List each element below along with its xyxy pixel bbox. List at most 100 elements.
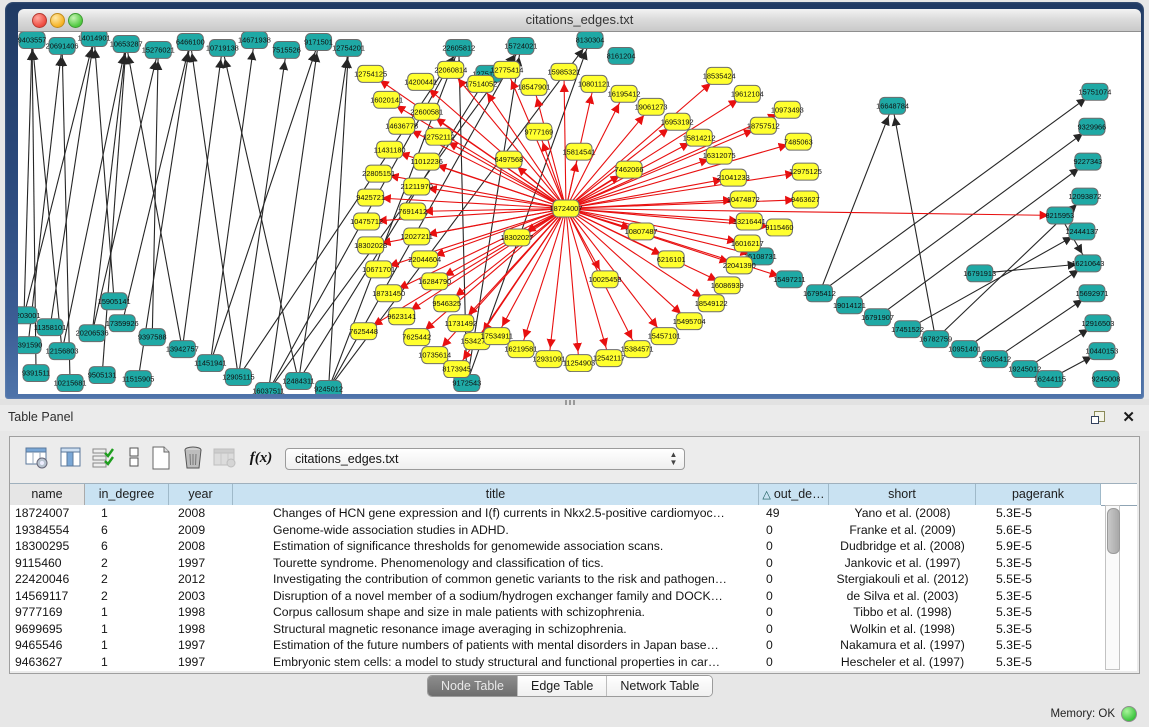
select-columns-icon[interactable] [58, 445, 84, 471]
network-node-label: 22060814 [434, 66, 467, 75]
function-builder-icon[interactable]: f(x) [248, 445, 274, 471]
delete-table-icon[interactable] [180, 445, 206, 471]
select-rows-check-icon[interactable] [90, 445, 116, 471]
network-node-label: 9397588 [138, 333, 167, 342]
network-node-label: 10025458 [589, 275, 622, 284]
column-header-title[interactable]: title [233, 484, 759, 505]
network-node-label: 22805151 [362, 169, 395, 178]
table-row[interactable]: 1872400712008Changes of HCN gene express… [10, 505, 1101, 522]
network-edge [566, 200, 805, 209]
network-node-label: 9115460 [765, 223, 793, 232]
sort-ascending-icon: △ [762, 489, 770, 501]
tab-edge-table[interactable]: Edge Table [517, 676, 606, 696]
table-settings-icon[interactable] [24, 445, 50, 471]
network-edge [329, 48, 349, 389]
window-titlebar[interactable]: citations_edges.txt [18, 9, 1141, 32]
network-node-label: 6466100 [176, 38, 205, 47]
table-panel-header: Table Panel ✕ [0, 405, 1149, 431]
network-node-label: 12754201 [332, 44, 365, 53]
table-row[interactable]: 2242004622012Investigating the contribut… [10, 571, 1101, 588]
network-node-label: 11431180 [374, 145, 406, 154]
table-cell: 2009 [169, 522, 233, 539]
network-node-label: 9391511 [22, 369, 50, 378]
table-cell: Disruption of a novel member of a sodium… [233, 588, 759, 605]
network-canvas[interactable]: 9403557206914061401490110653287152760216… [18, 32, 1141, 394]
network-node-label: 20206536 [76, 329, 109, 338]
memory-ok-indicator-icon[interactable] [1121, 706, 1137, 722]
column-header-pagerank[interactable]: pagerank [976, 484, 1101, 505]
network-node-label: 12093872 [1068, 192, 1101, 201]
float-window-icon[interactable] [1091, 411, 1105, 425]
table-row[interactable]: 946554611997Estimation of the future num… [10, 637, 1101, 654]
network-node-label: 16219581 [504, 345, 537, 354]
window-title: citations_edges.txt [18, 12, 1141, 27]
table-cell: Hescheler et al. (1997) [829, 654, 976, 671]
network-node-label: 16791907 [861, 313, 894, 322]
import-table-disabled-icon [212, 445, 238, 471]
network-node-label: 14200441 [404, 77, 437, 86]
table-row[interactable]: 977716911998Corpus callosum shape and si… [10, 604, 1101, 621]
table-row[interactable]: 1456911722003Disruption of a novel membe… [10, 588, 1101, 605]
network-edge [549, 209, 566, 360]
network-node-label: 17514052 [464, 79, 497, 88]
network-node-label: 21211970 [401, 182, 433, 191]
network-node-label: 18757512 [747, 121, 780, 130]
network-node-label: 18549122 [695, 299, 728, 308]
table-row[interactable]: 1938455462009Genome-wide association stu… [10, 522, 1101, 539]
tab-network-table[interactable]: Network Table [606, 676, 712, 696]
network-edge [819, 106, 892, 293]
table-cell: 1998 [169, 604, 233, 621]
table-cell: 2 [85, 588, 169, 605]
table-cell: 0 [759, 621, 829, 638]
network-node-label: 12027211 [401, 232, 433, 241]
table-row[interactable]: 1830029562008Estimation of significance … [10, 538, 1101, 555]
network-node-label: 12905115 [222, 373, 254, 382]
network-node-label: 10440153 [1085, 347, 1118, 356]
network-table-select[interactable]: citations_edges.txt ▲▼ [285, 448, 685, 470]
network-node-label: 7625442 [402, 333, 431, 342]
merge-rows-icon[interactable] [122, 445, 148, 471]
network-node-label: 22600581 [410, 107, 443, 116]
network-node-label: 16791913 [963, 269, 996, 278]
table-vertical-scrollbar[interactable] [1105, 505, 1120, 670]
network-edge [210, 42, 318, 363]
column-header-name[interactable]: name [10, 484, 85, 505]
network-node-label: 7691412 [398, 207, 427, 216]
network-node-label: 16953192 [661, 117, 694, 126]
new-table-icon[interactable] [148, 445, 174, 471]
network-edge [182, 48, 222, 349]
network-node-label: 10719138 [206, 44, 239, 53]
network-edge [298, 48, 348, 381]
table-row[interactable]: 969969511998Structural magnetic resonanc… [10, 621, 1101, 638]
network-node-label: 10951401 [948, 345, 981, 354]
table-body: 1872400712008Changes of HCN gene express… [10, 505, 1101, 670]
table-cell: Franke et al. (2009) [829, 522, 976, 539]
table-row[interactable]: 911546021997Tourette syndrome. Phenomeno… [10, 555, 1101, 572]
network-node-label: 7625448 [349, 327, 378, 336]
scrollbar-thumb[interactable] [1107, 508, 1120, 554]
network-node-label: 15751074 [1078, 87, 1111, 96]
table-cell: 2008 [169, 505, 233, 522]
network-node-label: 13216441 [733, 217, 766, 226]
column-header-year[interactable]: year [169, 484, 233, 505]
table-cell: 9115460 [10, 555, 85, 572]
close-panel-icon[interactable]: ✕ [1122, 408, 1135, 426]
network-node-label: 12484311 [282, 377, 314, 386]
column-header-short[interactable]: short [829, 484, 976, 505]
network-node-label: 18547901 [517, 82, 550, 91]
table-cell: 0 [759, 588, 829, 605]
network-node-label: 10973493 [771, 105, 804, 114]
network-node-label: 16086939 [711, 281, 744, 290]
table-panel-body: f(x) citations_edges.txt ▲▼ name in_degr… [9, 436, 1140, 674]
table-row[interactable]: 946362711997Embryonic stem cells: a mode… [10, 654, 1101, 671]
column-header-out-degree[interactable]: △out_de… [759, 484, 829, 505]
tab-node-table[interactable]: Node Table [428, 676, 517, 696]
table-cell: 0 [759, 637, 829, 654]
network-node-label: 16020141 [370, 95, 403, 104]
network-node-label: 18535424 [703, 71, 736, 80]
network-node-label: 9505131 [88, 371, 117, 380]
network-node-label: 9172543 [452, 379, 481, 388]
table-panel-title: Table Panel [8, 410, 73, 424]
column-header-in-degree[interactable]: in_degree [85, 484, 169, 505]
network-node-label: 10474872 [727, 195, 760, 204]
